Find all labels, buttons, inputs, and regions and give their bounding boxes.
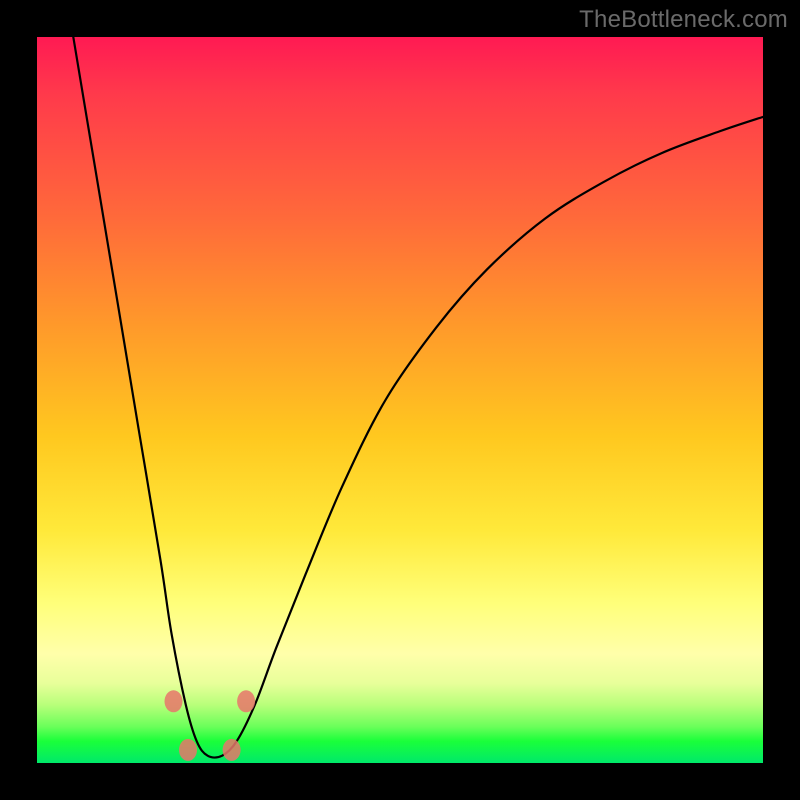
curve-marker <box>223 739 241 761</box>
curve-marker <box>237 690 255 712</box>
curve-marker <box>179 739 197 761</box>
curve-svg <box>37 37 763 763</box>
plot-area <box>37 37 763 763</box>
curve-marker <box>165 690 183 712</box>
marker-group <box>165 690 256 761</box>
watermark-text: TheBottleneck.com <box>579 6 788 34</box>
bottleneck-curve <box>73 37 763 758</box>
